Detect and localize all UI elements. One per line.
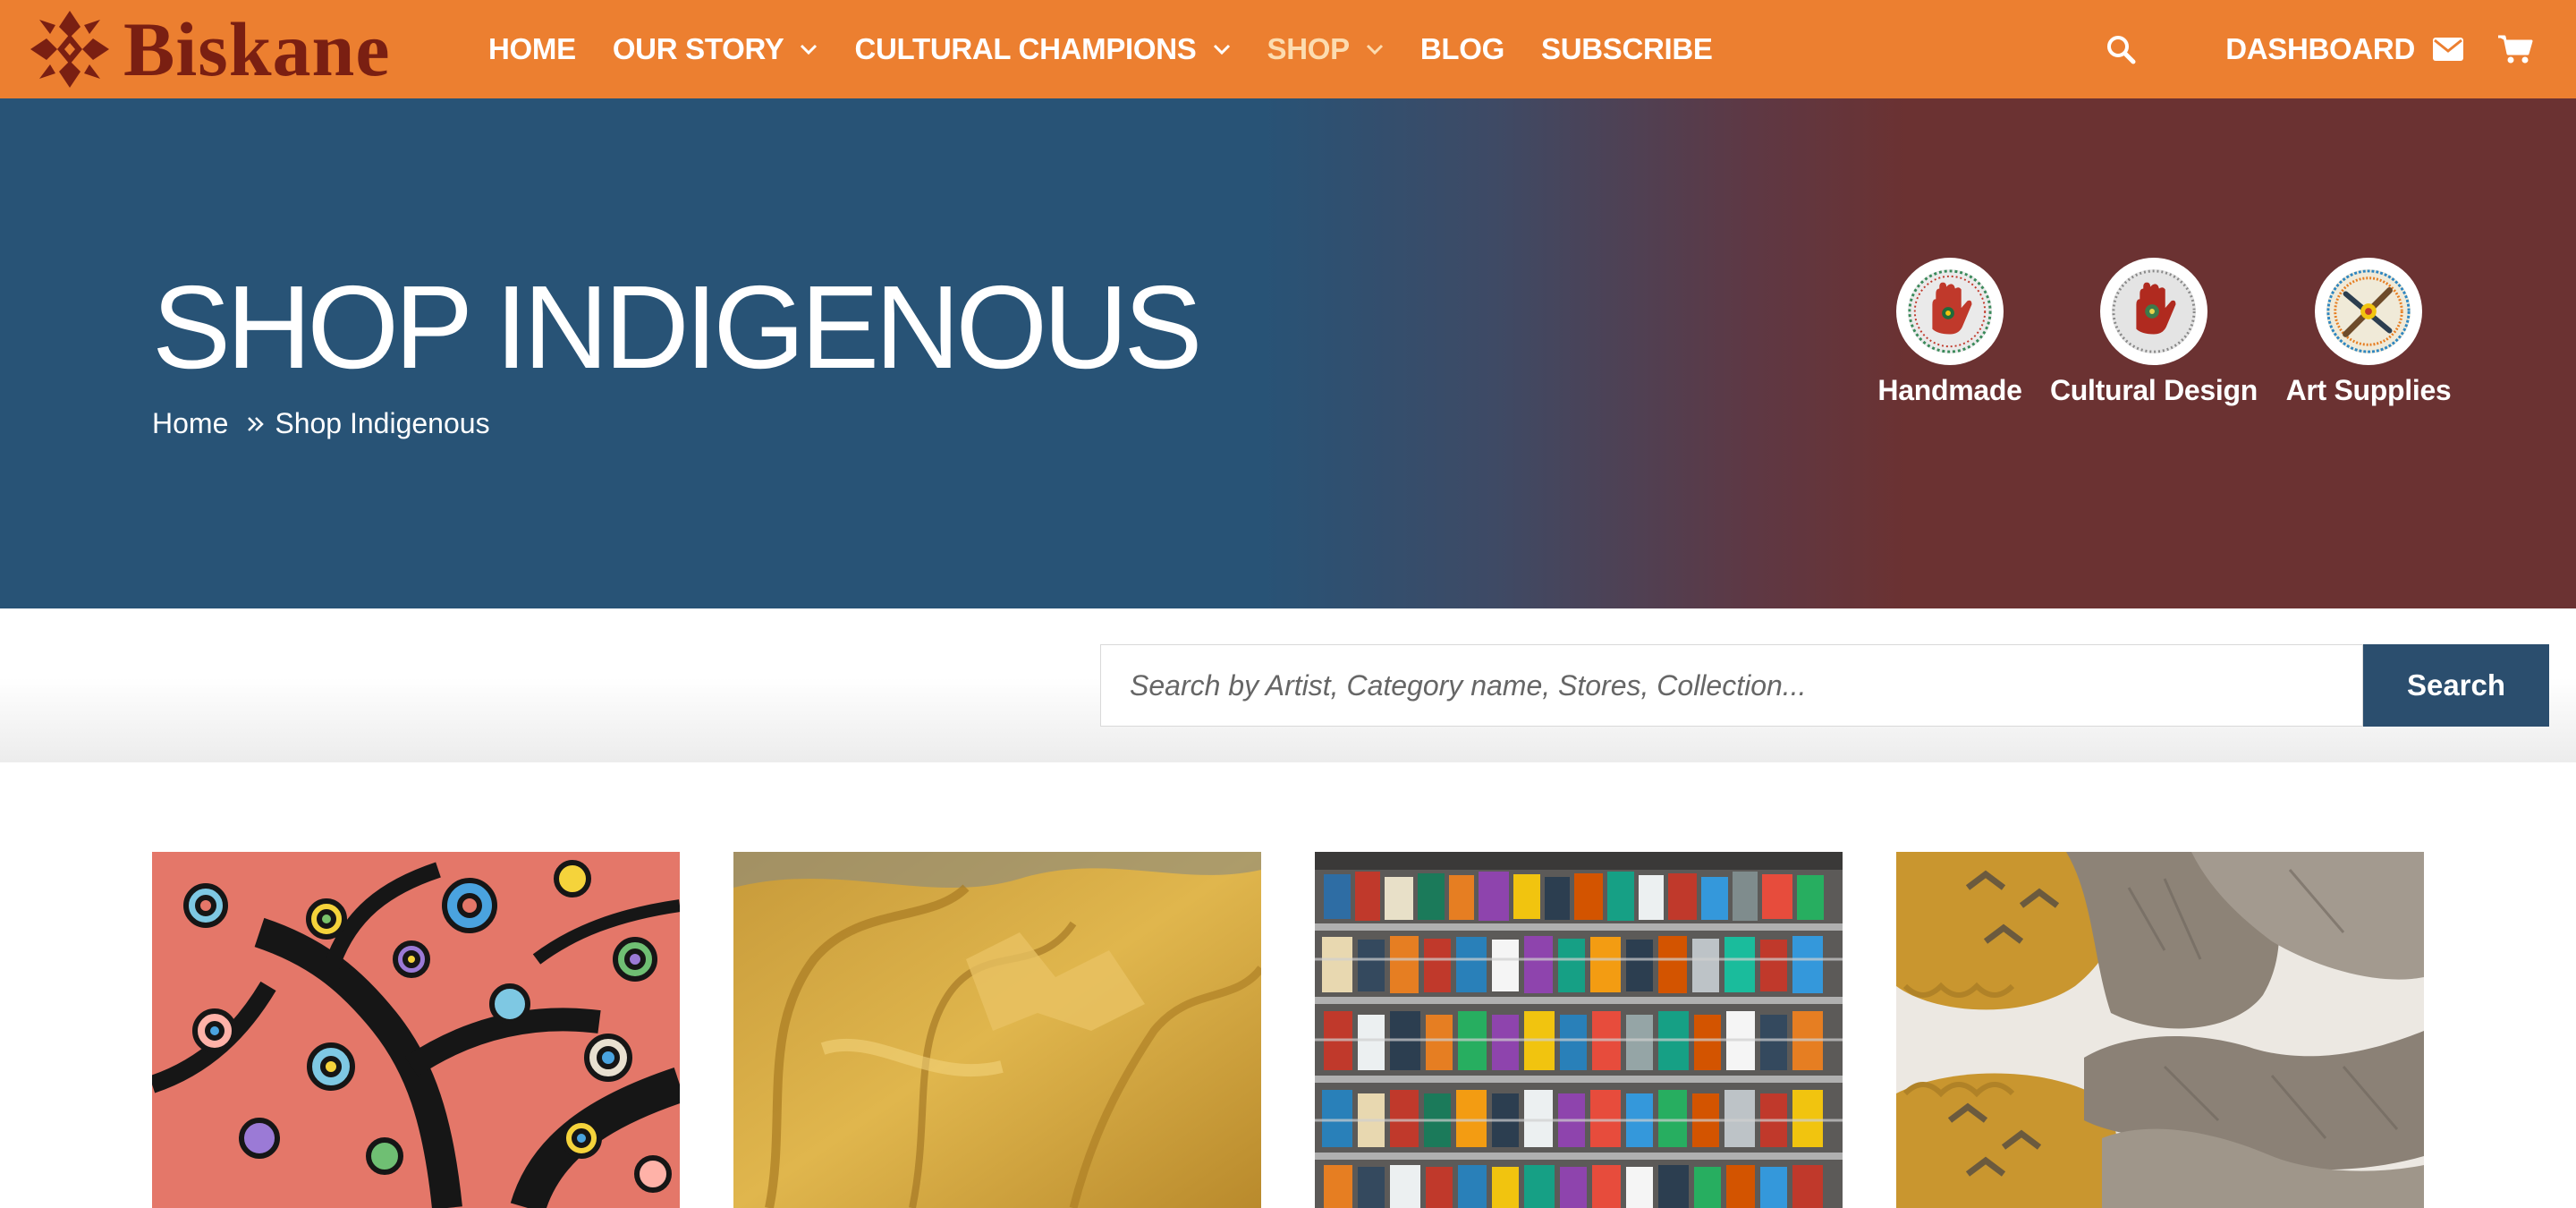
page-title: SHOP INDIGENOUS <box>152 261 1202 393</box>
chevron-down-icon <box>801 44 818 55</box>
search-input[interactable] <box>1100 644 2363 727</box>
search-button[interactable]: Search <box>2363 644 2549 727</box>
nav-item-label: SUBSCRIBE <box>1540 32 1713 65</box>
nav-item-our-story[interactable]: OUR STORY <box>613 32 818 66</box>
main-menu: HOME OUR STORY CULTURAL CHAMPIONS SHOP B… <box>488 0 1750 98</box>
beaded-brush-icon <box>2326 268 2411 354</box>
logo-star-icon <box>30 11 109 88</box>
chevron-down-icon <box>1366 44 1383 55</box>
category-shortcuts: Handmade Cultural Design Art Supplies <box>1825 258 2452 419</box>
search-section: Search <box>0 608 2576 762</box>
nav-item-blog[interactable]: BLOG <box>1420 32 1504 66</box>
logo-text: Biskane <box>123 6 391 92</box>
beaded-hand-icon <box>2111 268 2197 354</box>
leather-hides-image <box>733 852 1261 1208</box>
nav-item-label: HOME <box>488 32 576 65</box>
nav-item-subscribe[interactable]: SUBSCRIBE <box>1541 32 1713 66</box>
category-label: Art Supplies <box>2285 374 2452 406</box>
nav-item-label: CULTURAL CHAMPIONS <box>854 32 1197 65</box>
nav-actions: DASHBOARD <box>2106 0 2533 98</box>
nav-item-label: SHOP <box>1267 32 1351 65</box>
nav-item-shop[interactable]: SHOP <box>1267 32 1384 66</box>
nav-item-home[interactable]: HOME <box>488 32 576 66</box>
hero-banner: SHOP INDIGENOUS Home Shop Indigenous Han… <box>0 98 2576 608</box>
nav-item-label: BLOG <box>1419 32 1504 65</box>
product-card[interactable] <box>1896 852 2424 1208</box>
double-chevron-right-icon <box>248 416 265 431</box>
product-card[interactable] <box>733 852 1261 1208</box>
nav-item-cultural-champions[interactable]: CULTURAL CHAMPIONS <box>854 32 1230 66</box>
logo[interactable]: Biskane <box>27 7 391 91</box>
category-badge <box>1896 258 2004 365</box>
breadcrumb-current: Shop Indigenous <box>275 407 490 439</box>
beaded-hand-icon <box>1907 268 1993 354</box>
fur-mittens-image <box>1896 852 2424 1208</box>
category-badge <box>2100 258 2207 365</box>
chevron-down-icon <box>1213 44 1230 55</box>
breadcrumb-home[interactable]: Home <box>152 407 228 440</box>
product-grid <box>152 852 2424 1208</box>
category-label: Handmade <box>1877 374 2022 406</box>
bookshelf-image <box>1315 852 1843 1208</box>
dashboard-link[interactable]: DASHBOARD <box>2225 32 2415 66</box>
product-card[interactable] <box>1315 852 1843 1208</box>
search-icon[interactable] <box>2106 34 2136 64</box>
mail-icon[interactable] <box>2433 38 2463 61</box>
product-card[interactable] <box>152 852 680 1208</box>
category-badge <box>2315 258 2422 365</box>
category-art-supplies[interactable]: Art Supplies <box>2234 258 2503 407</box>
category-label: Cultural Design <box>2050 374 2258 406</box>
cart-icon[interactable] <box>2497 34 2533 64</box>
tree-painting-image <box>152 852 680 1208</box>
top-navigation: Biskane HOME OUR STORY CULTURAL CHAMPION… <box>0 0 2576 98</box>
breadcrumb: Home Shop Indigenous <box>152 407 490 440</box>
nav-item-label: OUR STORY <box>612 32 784 65</box>
